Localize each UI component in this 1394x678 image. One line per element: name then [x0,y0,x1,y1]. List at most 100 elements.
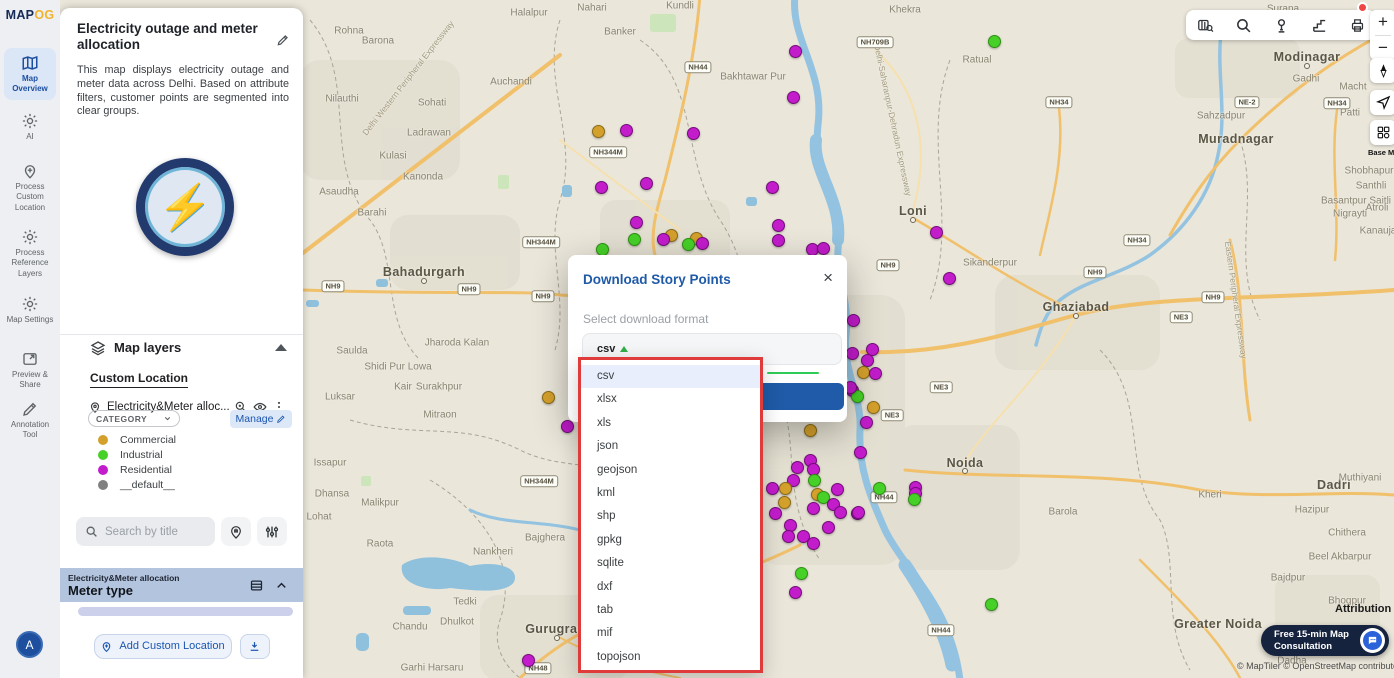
data-point-residential[interactable] [687,127,700,140]
data-point-residential[interactable] [869,367,882,380]
data-point-industrial[interactable] [628,233,641,246]
data-point-residential[interactable] [807,537,820,550]
sidebar-item-process-reference-layers[interactable]: Process Reference Layers [4,228,56,279]
collapse-triangle-icon[interactable] [275,344,287,351]
data-point-residential[interactable] [696,237,709,250]
base-map-button[interactable] [1370,120,1394,145]
data-point-residential[interactable] [943,272,956,285]
data-point-residential[interactable] [791,461,804,474]
data-point-commercial[interactable] [779,482,792,495]
data-point-industrial[interactable] [795,567,808,580]
data-point-residential[interactable] [620,124,633,137]
data-point-industrial[interactable] [908,493,921,506]
data-point-industrial[interactable] [985,598,998,611]
zoom-in-button[interactable]: + [1378,10,1388,35]
download-layer-button[interactable] [240,634,270,659]
search-input[interactable]: Search by title [76,517,215,546]
data-point-residential[interactable] [766,181,779,194]
sidebar-item-preview-share[interactable]: Preview & Share [4,350,56,391]
data-point-residential[interactable] [657,233,670,246]
measure-icon[interactable] [1311,17,1328,34]
data-point-commercial[interactable] [804,424,817,437]
data-point-residential[interactable] [787,91,800,104]
map-search-icon[interactable] [1197,17,1214,34]
sidebar-item-ai[interactable]: AI [4,112,56,142]
map-toolbar [1186,10,1376,40]
sidebar-item-annotation-tool[interactable]: Annotation Tool [4,400,56,441]
edit-pencil-icon[interactable] [276,33,290,47]
data-point-commercial[interactable] [592,125,605,138]
data-point-residential[interactable] [817,242,830,255]
format-option-tab[interactable]: tab [581,599,760,622]
consultation-chat-button[interactable]: Free 15-min MapConsultation [1261,625,1389,656]
data-point-residential[interactable] [522,654,535,667]
map-layers-header[interactable]: Map layers [60,334,303,360]
data-point-residential[interactable] [640,177,653,190]
data-point-residential[interactable] [847,314,860,327]
category-select[interactable]: CATEGORY [88,410,180,427]
data-point-industrial[interactable] [808,474,821,487]
locate-points-button[interactable] [221,517,251,546]
format-option-json[interactable]: json [581,435,760,458]
data-point-commercial[interactable] [778,496,791,509]
data-point-residential[interactable] [766,482,779,495]
data-point-residential[interactable] [854,446,867,459]
place-icon[interactable] [1273,17,1290,34]
compass-button[interactable] [1370,58,1394,83]
format-option-geojson[interactable]: geojson [581,459,760,482]
data-point-commercial[interactable] [867,401,880,414]
data-point-residential[interactable] [822,521,835,534]
data-point-industrial[interactable] [988,35,1001,48]
format-option-shp[interactable]: shp [581,505,760,528]
data-point-residential[interactable] [834,506,847,519]
manage-button[interactable]: Manage [230,410,292,428]
data-point-residential[interactable] [789,586,802,599]
add-custom-location-button[interactable]: Add Custom Location [94,634,232,659]
data-point-residential[interactable] [772,234,785,247]
print-icon[interactable] [1349,17,1366,34]
data-point-residential[interactable] [860,416,873,429]
filter-button[interactable] [257,517,287,546]
sidebar-item-map-settings[interactable]: Map Settings [4,295,56,325]
data-point-residential[interactable] [852,506,865,519]
format-option-dxf[interactable]: dxf [581,576,760,599]
format-option-sqlite[interactable]: sqlite [581,552,760,575]
data-point-residential[interactable] [846,347,859,360]
zoom-out-button[interactable]: − [1378,36,1388,61]
sidebar-item-process-custom-location[interactable]: Process Custom Location [4,162,56,213]
format-option-kml[interactable]: kml [581,482,760,505]
format-option-topojson[interactable]: topojson [581,646,760,669]
geolocate-button[interactable] [1370,90,1394,115]
user-avatar[interactable]: A [16,631,43,658]
data-point-industrial[interactable] [873,482,886,495]
data-point-industrial[interactable] [682,238,695,251]
meter-slider-bar[interactable] [78,607,293,616]
data-point-industrial[interactable] [596,243,609,256]
data-point-residential[interactable] [769,507,782,520]
data-point-commercial[interactable] [542,391,555,404]
format-option-csv[interactable]: csv [581,365,760,388]
format-option-mif[interactable]: mif [581,622,760,645]
table-icon[interactable] [249,578,264,593]
data-point-residential[interactable] [930,226,943,239]
data-point-residential[interactable] [561,420,574,433]
close-icon[interactable]: × [823,268,833,288]
data-point-residential[interactable] [782,530,795,543]
format-option-gpkg[interactable]: gpkg [581,529,760,552]
format-option-xls[interactable]: xls [581,412,760,435]
meter-card-body [60,602,303,626]
format-option-xlsx[interactable]: xlsx [581,388,760,411]
data-point-residential[interactable] [789,45,802,58]
data-point-commercial[interactable] [857,366,870,379]
search-icon[interactable] [1235,17,1252,34]
data-point-residential[interactable] [807,502,820,515]
meter-card-header[interactable]: Electricity&Meter allocation Meter type [60,568,303,602]
data-point-residential[interactable] [630,216,643,229]
data-point-residential[interactable] [861,354,874,367]
data-point-residential[interactable] [595,181,608,194]
sidebar-item-map-overview[interactable]: Map Overview [4,48,56,100]
data-point-residential[interactable] [831,483,844,496]
app-logo[interactable]: MAPOG [0,8,60,22]
chevron-up-icon[interactable] [274,578,289,593]
data-point-residential[interactable] [772,219,785,232]
